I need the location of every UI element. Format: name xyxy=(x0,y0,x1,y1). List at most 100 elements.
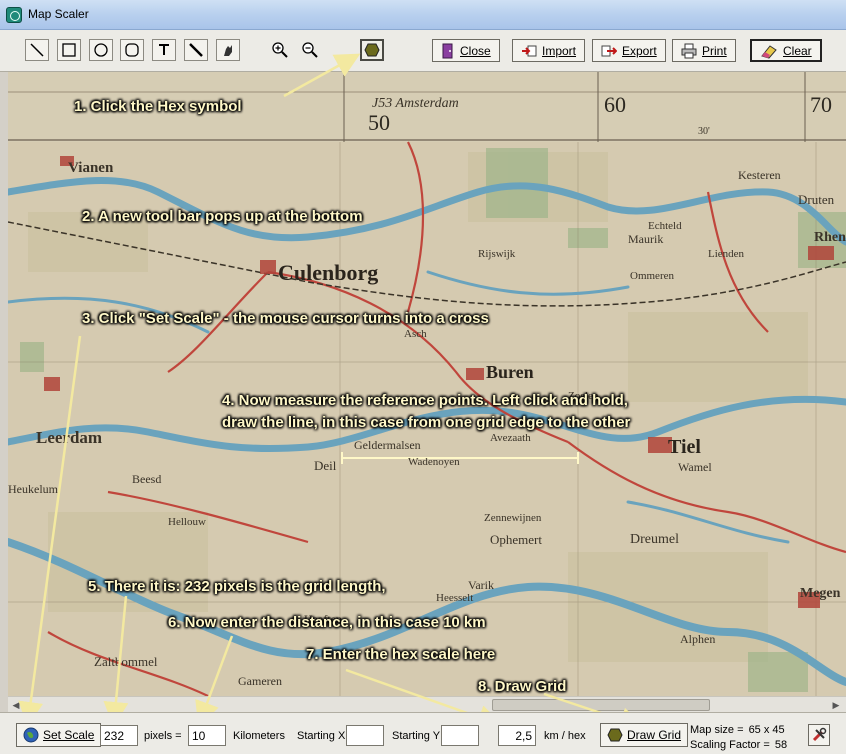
town-label-buren: Buren xyxy=(486,362,534,382)
town-label-geldermalsen: Geldermalsen xyxy=(354,438,421,452)
eraser-icon xyxy=(761,44,777,59)
grid-number-70: 70 xyxy=(810,92,832,117)
hand-icon xyxy=(224,45,232,56)
settings-button[interactable] xyxy=(808,724,830,746)
hex-scale-unit-label: km / hex xyxy=(544,730,586,742)
horizontal-scrollbar[interactable]: ◀ ▶ xyxy=(8,696,846,712)
zoom-in-button[interactable] xyxy=(268,39,292,61)
window-title: Map Scaler xyxy=(28,7,89,21)
toolbar: Close Import Export Print Clear xyxy=(0,30,846,72)
town-label-ophemert: Ophemert xyxy=(490,532,542,547)
town-label-wadenoyen: Wadenoyen xyxy=(408,456,460,468)
zoom-in-icon xyxy=(272,42,288,58)
town-label-rijswijk: Rijswijk xyxy=(478,248,516,260)
town-label-vianen: Vianen xyxy=(68,160,114,176)
rounded-rectangle-tool-button[interactable] xyxy=(120,39,144,61)
annotation-step-6: 6. Now enter the distance, in this case … xyxy=(168,614,486,631)
town-label-zennewijnen: Zennewijnen xyxy=(484,512,542,524)
clear-button[interactable]: Clear xyxy=(750,39,822,62)
town-label-druten: Druten xyxy=(798,192,835,207)
circle-icon xyxy=(94,43,108,57)
map-canvas[interactable]: J53 Amsterdam 50 60 70 30' Culenborg Bur… xyxy=(8,72,846,696)
rectangle-tool-button[interactable] xyxy=(57,39,81,61)
clear-label: Clear xyxy=(783,43,812,58)
town-label-culenborg: Culenborg xyxy=(278,260,379,285)
close-button[interactable]: Close xyxy=(432,39,500,62)
town-label-heukelum: Heukelum xyxy=(8,482,58,496)
text-tool-button[interactable] xyxy=(152,39,176,61)
globe-icon xyxy=(23,727,39,743)
import-label: Import xyxy=(542,43,577,58)
tools-icon xyxy=(812,727,827,742)
town-label-echteld: Echteld xyxy=(648,220,682,232)
annotation-step-2: 2. A new tool bar pops up at the bottom xyxy=(82,208,363,225)
town-label-gameren: Gameren xyxy=(238,674,282,688)
grid-minute-label: 30' xyxy=(698,126,710,137)
grid-number-50: 50 xyxy=(368,110,390,135)
square-icon xyxy=(62,43,76,57)
export-button[interactable]: Export xyxy=(592,39,666,62)
marker-tool-button[interactable] xyxy=(184,39,208,61)
set-scale-label: Set Scale xyxy=(43,728,95,742)
map-size-value: 65 x 45 xyxy=(748,724,785,736)
town-label-alphen: Alphen xyxy=(680,632,716,646)
scroll-right-icon[interactable]: ▶ xyxy=(830,699,842,711)
annotation-step-1: 1. Click the Hex symbol xyxy=(74,98,242,115)
door-icon xyxy=(442,43,453,58)
scaling-factor-label: Scaling Factor = xyxy=(690,739,770,751)
town-label-varik: Varik xyxy=(468,578,494,592)
hex-scale-input[interactable] xyxy=(498,725,536,746)
town-label-avezaath: Avezaath xyxy=(490,432,531,444)
scaling-factor-value: 58 xyxy=(774,739,788,751)
scaling-factor-readout: Scaling Factor = 58 xyxy=(688,738,787,753)
town-label-ommeren: Ommeren xyxy=(630,270,674,282)
town-label-rhenen: Rhenen xyxy=(814,230,846,245)
import-icon xyxy=(522,45,537,56)
text-icon xyxy=(159,44,169,55)
zoom-out-button[interactable] xyxy=(298,39,322,61)
town-label-dreumel: Dreumel xyxy=(630,532,679,547)
print-button[interactable]: Print xyxy=(672,39,736,62)
print-label: Print xyxy=(702,43,727,58)
annotation-step-4-line-1: 4. Now measure the reference points. Lef… xyxy=(222,392,628,409)
circle-tool-button[interactable] xyxy=(89,39,113,61)
pixels-label: pixels = xyxy=(144,730,182,742)
starting-y-label: Starting Y xyxy=(392,730,441,742)
pixels-input[interactable] xyxy=(100,725,138,746)
draw-grid-button[interactable]: Draw Grid xyxy=(600,723,689,747)
line-icon xyxy=(30,43,44,57)
import-button[interactable]: Import xyxy=(512,39,586,62)
map-size-label: Map size = xyxy=(690,724,744,736)
starting-x-label: Starting X xyxy=(297,730,346,742)
zoom-out-icon xyxy=(302,42,318,58)
starting-x-input[interactable] xyxy=(346,725,384,746)
export-label: Export xyxy=(622,43,657,58)
hex-tool-button[interactable] xyxy=(360,39,384,61)
draw-grid-label: Draw Grid xyxy=(627,728,682,742)
starting-y-input[interactable] xyxy=(441,725,479,746)
map-image: J53 Amsterdam 50 60 70 30' Culenborg Bur… xyxy=(8,72,846,696)
marker-icon xyxy=(189,43,203,57)
app-icon xyxy=(6,7,22,23)
town-label-tiel: Tiel xyxy=(668,436,701,458)
grid-number-60: 60 xyxy=(604,92,626,117)
line-tool-button[interactable] xyxy=(25,39,49,61)
map-size-readout: Map size = 65 x 45 xyxy=(688,723,787,738)
scrollbar-thumb[interactable] xyxy=(492,699,710,711)
title-bar: Map Scaler xyxy=(0,0,846,30)
town-label-lienden: Lienden xyxy=(708,248,745,260)
freehand-tool-button[interactable] xyxy=(216,39,240,61)
scroll-left-icon[interactable]: ◀ xyxy=(10,699,22,711)
distance-unit-label: Kilometers xyxy=(233,730,285,742)
hexagon-icon xyxy=(364,43,380,57)
annotation-step-8: 8. Draw Grid xyxy=(478,678,567,695)
distance-input[interactable] xyxy=(188,725,226,746)
town-label-asch: Asch xyxy=(404,328,427,340)
set-scale-button[interactable]: Set Scale xyxy=(16,723,102,747)
town-label-zaltbommel: Zaltbommel xyxy=(94,654,158,669)
town-label-leerdam: Leerdam xyxy=(36,428,103,447)
map-info: Map size = 65 x 45 Scaling Factor = 58 xyxy=(688,723,787,753)
town-label-beesd: Beesd xyxy=(132,472,162,486)
close-label: Close xyxy=(460,43,491,58)
annotation-step-4-line-2: draw the line, in this case from one gri… xyxy=(222,414,631,431)
